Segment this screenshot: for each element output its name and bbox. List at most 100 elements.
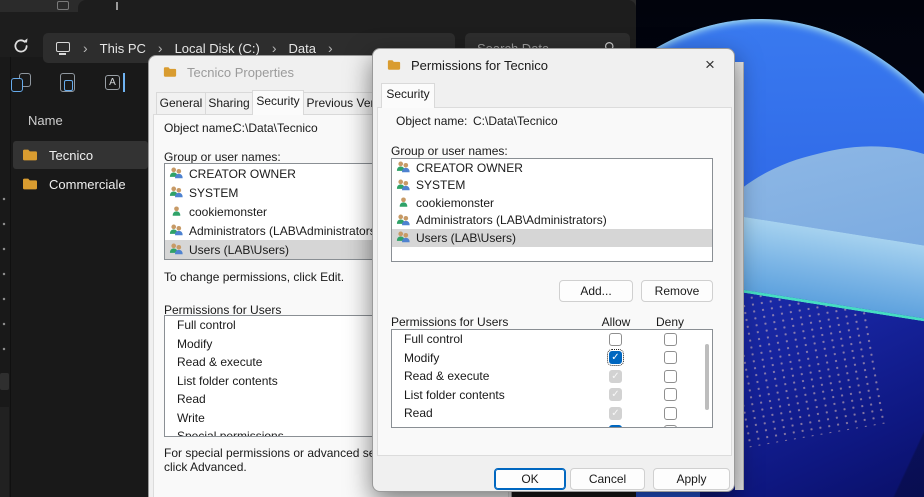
- breadcrumb-data[interactable]: Data: [289, 41, 316, 56]
- ok-button[interactable]: OK: [494, 468, 566, 490]
- copy-icon[interactable]: [10, 73, 32, 95]
- deny-checkbox[interactable]: [664, 407, 677, 420]
- permission-name[interactable]: Read: [177, 390, 206, 409]
- user-name: SYSTEM: [189, 186, 238, 200]
- file-row-tecnico[interactable]: Tecnico: [13, 141, 148, 169]
- nav-pane-selected-item[interactable]: [0, 373, 9, 390]
- dialog-title: Permissions for Tecnico: [411, 58, 548, 73]
- group-icon: [169, 243, 184, 256]
- allow-checkbox[interactable]: [609, 388, 622, 401]
- advanced-hint-line1: For special permissions or advanced sett…: [164, 446, 407, 460]
- chevron-right-icon: ›: [83, 41, 88, 55]
- user-name: cookiemonster: [416, 196, 494, 210]
- list-item[interactable]: CREATOR OWNER: [392, 159, 712, 177]
- permission-name: Modify: [404, 349, 439, 368]
- chevron-right-icon: ›: [158, 41, 163, 55]
- nav-pane-dots: [2, 197, 7, 362]
- permission-name: Full control: [404, 330, 463, 349]
- user-name: SYSTEM: [416, 178, 465, 192]
- cancel-button[interactable]: Cancel: [570, 468, 645, 490]
- folder-icon: [162, 65, 178, 79]
- breadcrumb-local-disk[interactable]: Local Disk (C:): [175, 41, 260, 56]
- permission-name: Read: [404, 404, 433, 423]
- group-icon: [396, 161, 411, 174]
- remove-button[interactable]: Remove: [641, 280, 713, 302]
- user-name: CREATOR OWNER: [189, 167, 296, 181]
- permissions-checkbox-listbox[interactable]: Full control Modify Read & execute List …: [391, 329, 713, 428]
- group-user-names-label: Group or user names:: [391, 144, 508, 158]
- permission-name[interactable]: Read & execute: [177, 353, 262, 372]
- group-icon: [169, 167, 184, 180]
- nav-pane-edge: [0, 57, 11, 497]
- breadcrumb-this-pc[interactable]: This PC: [100, 41, 146, 56]
- deny-checkbox[interactable]: [664, 370, 677, 383]
- permissions-dialog-titlebar[interactable]: Permissions for Tecnico ×: [373, 49, 734, 82]
- deny-checkbox[interactable]: [664, 388, 677, 401]
- rename-icon[interactable]: [105, 73, 127, 95]
- explorer-active-tab[interactable]: [78, 0, 636, 12]
- user-icon: [396, 196, 411, 209]
- allow-checkbox[interactable]: [609, 351, 622, 364]
- allow-checkbox[interactable]: [609, 333, 622, 346]
- user-name: cookiemonster: [189, 205, 267, 219]
- tab-general[interactable]: General: [156, 92, 206, 115]
- tab-sharing[interactable]: Sharing: [205, 92, 253, 115]
- add-button[interactable]: Add...: [559, 280, 633, 302]
- list-item[interactable]: SYSTEM: [392, 177, 712, 195]
- paste-icon[interactable]: [58, 73, 80, 95]
- permission-name[interactable]: Full control: [177, 316, 236, 335]
- allow-checkbox[interactable]: [609, 370, 622, 383]
- file-row-commerciale[interactable]: Commerciale: [13, 170, 148, 198]
- permission-row: Read & execute: [392, 367, 712, 386]
- permissions-dialog: Permissions for Tecnico × Security Objec…: [372, 48, 735, 492]
- chevron-right-icon: ›: [328, 41, 333, 55]
- permission-name: List folder contents: [404, 386, 505, 405]
- permission-name[interactable]: Special permissions: [177, 427, 284, 437]
- list-item[interactable]: cookiemonster: [392, 194, 712, 212]
- group-icon: [396, 179, 411, 192]
- list-item-selected[interactable]: Users (LAB\Users): [392, 229, 712, 247]
- allow-checkbox[interactable]: [609, 425, 622, 428]
- user-name: Users (LAB\Users): [416, 231, 516, 245]
- permission-row: Full control: [392, 330, 712, 349]
- folder-icon: [21, 147, 39, 163]
- scrollbar-thumb[interactable]: [705, 344, 709, 410]
- window-edge-strip: [735, 62, 744, 490]
- user-name: Users (LAB\Users): [189, 243, 289, 257]
- permission-name[interactable]: Write: [177, 409, 205, 428]
- group-icon: [396, 214, 411, 227]
- object-name-label: Object name:: [396, 114, 467, 128]
- user-name: Administrators (LAB\Administrators): [189, 224, 380, 238]
- object-name-value: C:\Data\Tecnico: [233, 121, 318, 135]
- group-user-listbox[interactable]: CREATOR OWNER SYSTEM cookiemonster Admin…: [391, 158, 713, 262]
- tab-security[interactable]: Security: [252, 90, 304, 115]
- deny-checkbox[interactable]: [664, 351, 677, 364]
- apply-button[interactable]: Apply: [653, 468, 730, 490]
- permissions-label: Permissions for Users: [391, 315, 508, 329]
- permission-name[interactable]: Modify: [177, 335, 212, 354]
- permission-row: Modify: [392, 349, 712, 368]
- list-item[interactable]: Administrators (LAB\Administrators): [392, 212, 712, 230]
- refresh-icon[interactable]: [12, 37, 30, 55]
- permission-row: List folder contents: [392, 386, 712, 405]
- permission-name[interactable]: List folder contents: [177, 372, 278, 391]
- object-name-label: Object name:: [164, 121, 235, 135]
- file-name: Commerciale: [49, 177, 126, 192]
- column-header-name[interactable]: Name: [28, 113, 63, 128]
- dialog-title: Tecnico Properties: [187, 65, 294, 80]
- advanced-hint-line2: click Advanced.: [164, 460, 247, 474]
- tab-security[interactable]: Security: [381, 83, 435, 108]
- edit-hint: To change permissions, click Edit.: [164, 270, 344, 284]
- object-name-value: C:\Data\Tecnico: [473, 114, 558, 128]
- allow-checkbox[interactable]: [609, 407, 622, 420]
- deny-checkbox[interactable]: [664, 425, 677, 428]
- file-name: Tecnico: [49, 148, 93, 163]
- folder-icon: [21, 176, 39, 192]
- nav-pane-lower: [0, 407, 9, 497]
- user-name: Administrators (LAB\Administrators): [416, 213, 607, 227]
- deny-checkbox[interactable]: [664, 333, 677, 346]
- close-icon[interactable]: ×: [698, 53, 722, 77]
- group-user-names-label: Group or user names:: [164, 150, 281, 164]
- this-pc-icon: [55, 42, 71, 55]
- permission-row: Read: [392, 404, 712, 423]
